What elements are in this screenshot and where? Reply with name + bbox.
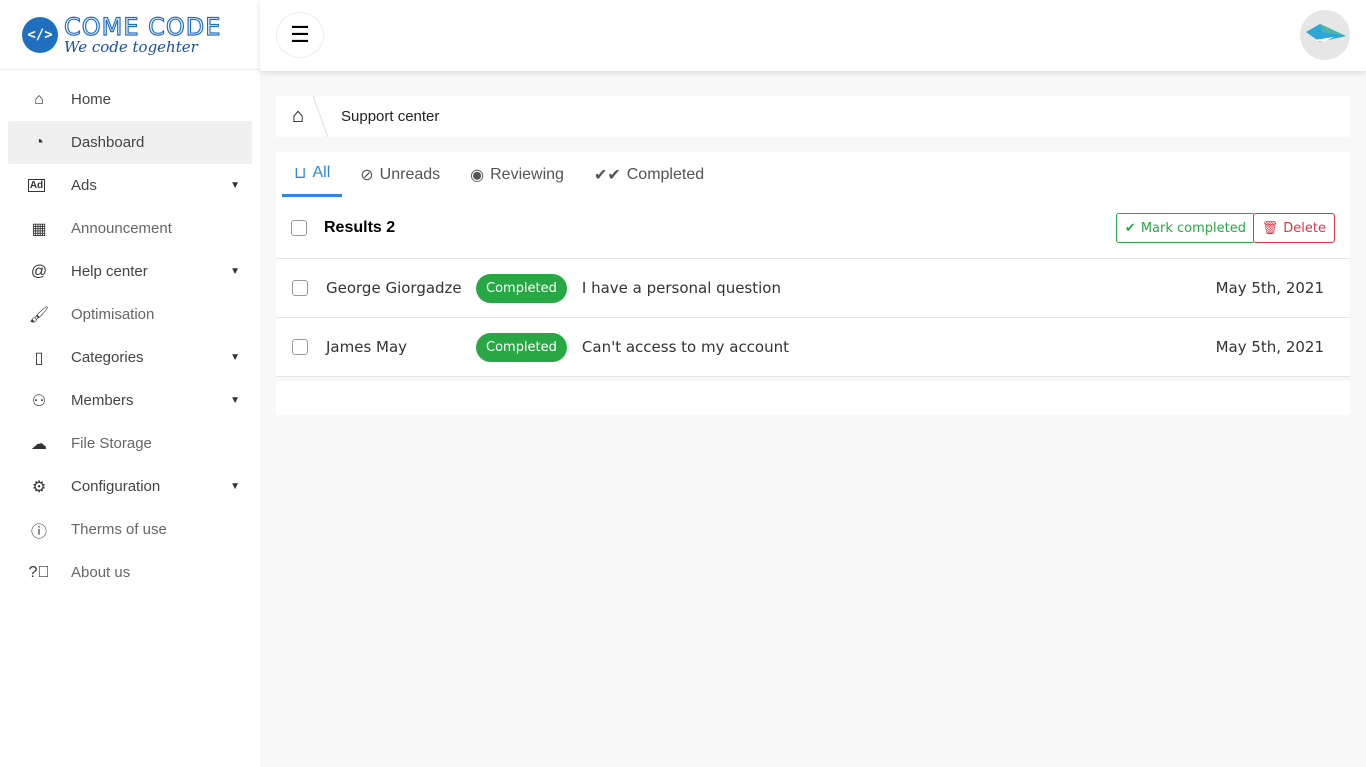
status-badge: Completed [476,273,567,303]
sidebar-item-home[interactable]: ⌂ Home [8,78,252,121]
logo[interactable]: </> COME CODE We code togehter [0,0,260,70]
logo-subtitle: We code togehter [64,37,198,56]
row-checkbox[interactable] [292,280,308,296]
subject: I have a personal question [581,279,781,297]
row-checkbox[interactable] [292,339,308,355]
support-panel: ⊔ All ⊘ Unreads ◉ Reviewing ✔✔ Completed Res… [276,152,1350,415]
sender-name: James May [326,338,408,356]
tab-all[interactable]: ⊔ All [282,152,343,197]
list-header: Results 2 ✔ Mark completed 🗑 Delete [276,197,1350,259]
ad-icon: Ad [28,179,45,192]
caret-down-icon: ▼ [230,180,240,191]
sidebar-item-label: File Storage [71,435,152,452]
breadcrumb-home-icon[interactable]: ⌂ [276,105,320,128]
sidebar-item-ads[interactable]: Ad Ads ▼ [8,164,252,207]
mark-completed-button[interactable]: ✔ Mark completed [1115,213,1255,243]
tab-unreads[interactable]: ⊘ Unreads [348,152,452,197]
sidebar-nav: ⌂ Home ◔ Dashboard Ad Ads ▼ ▦ Announcement @ H… [0,70,260,594]
sidebar-item-label: Categories [71,349,144,366]
button-label: Delete [1283,220,1326,236]
cloud-upload-icon: ☁ [31,435,47,453]
delete-button[interactable]: 🗑 Delete [1252,213,1335,243]
tab-label: Completed [626,165,705,183]
at-icon: @ [30,262,48,280]
date: May 5th, 2021 [1215,338,1324,356]
sidebar: </> COME CODE We code togehter ⌂ Home ◔ Da… [0,0,260,767]
tab-label: All [312,164,331,181]
sender-name: George Giorgadze [326,279,462,297]
sidebar-item-label: About us [71,564,131,581]
home-icon: ⌂ [34,90,44,108]
status-badge: Completed [476,332,567,362]
sidebar-item-label: Dashboard [71,134,145,151]
caret-down-icon: ▼ [230,266,240,277]
accessibility-icon: ⓘ [30,523,47,541]
sidebar-item-members[interactable]: ⚇ Members ▼ [8,379,252,422]
results-count: Results 2 [324,218,396,236]
sidebar-item-terms-of-use[interactable]: ⓘ Therms of use [8,508,252,551]
tab-completed[interactable]: ✔✔ Completed [582,152,716,197]
trash-icon: 🗑 [1261,220,1279,236]
caret-down-icon: ▼ [230,481,240,492]
tabs: ⊔ All ⊘ Unreads ◉ Reviewing ✔✔ Completed [276,152,1350,197]
button-label: Mark completed [1140,220,1246,236]
sidebar-item-label: Therms of use [71,521,167,538]
sidebar-item-dashboard[interactable]: ◔ Dashboard [8,121,252,164]
menu-toggle-button[interactable]: ☰ [276,12,324,58]
check-icon: ✔ [1124,220,1136,236]
sidebar-item-label: Configuration [71,478,161,495]
sidebar-item-label: Help center [71,263,148,280]
sidebar-item-file-storage[interactable]: ☁ File Storage [8,422,252,465]
sidebar-item-configuration[interactable]: ⚙ Configuration ▼ [8,465,252,508]
caret-down-icon: ▼ [230,395,240,406]
date: May 5th, 2021 [1215,279,1324,297]
inbox-icon: ⊔ [294,165,307,182]
list-footer [276,377,1350,415]
sidebar-item-label: Optimisation [71,306,155,323]
sidebar-item-label: Members [71,392,134,409]
sidebar-item-optimisation[interactable]: 🖌 Optimisation [8,293,252,336]
logo-title: COME CODE [63,12,222,41]
subject: Can't access to my account [581,338,790,356]
dashboard-icon: ◔ [34,133,44,151]
sidebar-item-help-center[interactable]: @ Help center ▼ [8,250,252,293]
sidebar-item-label: Home [71,91,112,108]
hamburger-icon: ☰ [290,22,310,47]
question-icon: ?⃝ [28,563,50,581]
list-item[interactable]: George Giorgadze Completed I have a pers… [276,259,1350,318]
sidebar-item-label: Ads [71,177,97,194]
tab-label: Reviewing [490,165,564,183]
breadcrumb: ⌂ Support center [276,96,1350,137]
topbar: ☰ [260,0,1366,71]
members-icon: ⚇ [31,392,47,410]
eye-icon: ◉ [470,166,485,184]
sidebar-item-label: Announcement [71,220,172,237]
avatar-logo-icon [1306,24,1346,42]
avatar[interactable] [1300,10,1350,60]
logo-mark: </> [22,16,58,53]
page-icon: ▯ [34,349,44,367]
sidebar-item-categories[interactable]: ▯ Categories ▼ [8,336,252,379]
sidebar-item-announcement[interactable]: ▦ Announcement [8,207,252,250]
tab-reviewing[interactable]: ◉ Reviewing [458,152,576,197]
gear-icon: ⚙ [31,478,47,496]
tab-label: Unreads [379,165,441,183]
caret-down-icon: ▼ [230,352,240,363]
double-check-icon: ✔✔ [593,166,621,184]
sidebar-item-about-us[interactable]: ?⃝ About us [8,551,252,594]
calendar-icon: ▦ [31,220,47,238]
select-all-checkbox[interactable] [291,219,307,236]
list-item[interactable]: James May Completed Can't access to my a… [276,318,1350,377]
brush-icon: 🖌 [28,306,50,324]
eye-slash-icon: ⊘ [360,166,374,184]
breadcrumb-current: Support center [341,108,440,125]
